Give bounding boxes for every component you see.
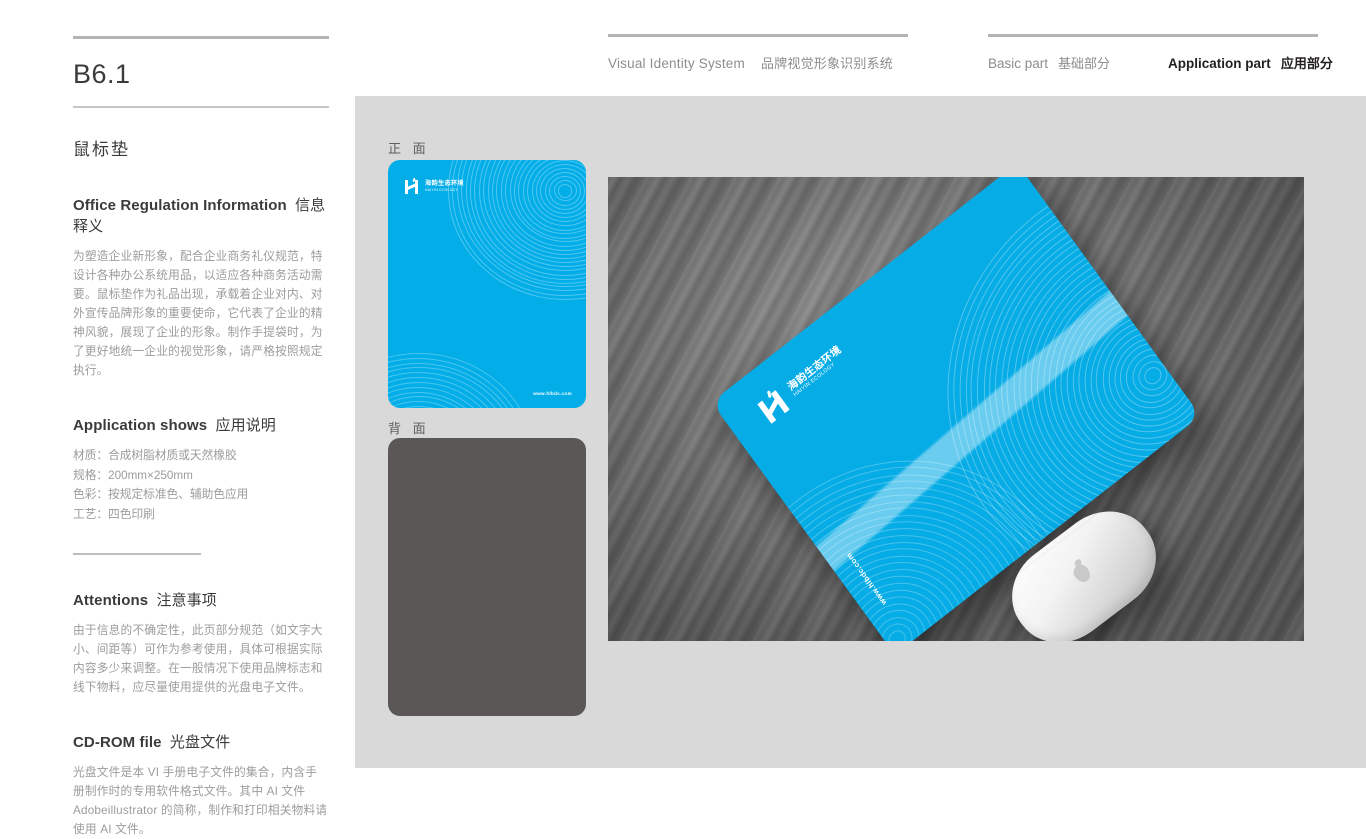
mousepad-photo-mockup: 海韵生态环境 HAIYIN ECOLOGY www.hlbdc.com bbox=[608, 177, 1304, 641]
header-application-part-en: Application part bbox=[1168, 56, 1271, 71]
page-title: 鼠标垫 bbox=[73, 140, 130, 159]
spec-process: 工艺：四色印刷 bbox=[73, 507, 155, 521]
section-application-shows-heading-en: Application shows bbox=[73, 417, 208, 434]
back-caption: 背 面 bbox=[388, 421, 430, 436]
section-office-regulation-body: 为塑造企业新形象，配合企业商务礼仪规范，特设计各种办公系统用品，以适应各种商务活… bbox=[73, 250, 323, 377]
spec-size: 规格：200mm×250mm bbox=[73, 468, 193, 482]
section-office-regulation-heading: Office Regulation Information 信息释义 bbox=[73, 194, 329, 236]
brand-url-front: www.hlbdc.com bbox=[533, 391, 572, 396]
section-attentions-heading-cn: 注意事项 bbox=[156, 592, 217, 609]
section-cdrom-file: CD-ROM file 光盘文件 光盘文件是本 VI 手册电子文件的集合，内含手… bbox=[73, 731, 329, 839]
mousepad-front-artwork: 海韵生态环境 HAIYIN ECOLOGY www.hlbdc.com bbox=[388, 160, 586, 408]
section-attentions: Attentions 注意事项 由于信息的不确定性，此页部分规范（如文字大小、间… bbox=[73, 589, 329, 697]
header-rule-right bbox=[988, 34, 1318, 37]
spec-material: 材质：合成树脂材质或天然橡胶 bbox=[73, 449, 237, 462]
left-divider bbox=[73, 553, 201, 555]
header-vis-en: Visual Identity System bbox=[608, 56, 745, 71]
header-part-group: Basic part 基础部分 Application part 应用部分 bbox=[988, 34, 1333, 72]
header-basic-part-en: Basic part bbox=[988, 56, 1049, 71]
brand-logo-product-text: 海韵生态环境 HAIYIN ECOLOGY bbox=[785, 343, 847, 399]
section-cdrom-file-body: 光盘文件是本 VI 手册电子文件的集合，内含手册制作时的专用软件格式文件。其中 … bbox=[73, 766, 328, 836]
section-application-shows: Application shows 应用说明 材质：合成树脂材质或天然橡胶 规格… bbox=[73, 414, 329, 555]
left-rule-mid bbox=[73, 106, 329, 108]
section-cdrom-file-heading-cn: 光盘文件 bbox=[169, 734, 231, 751]
brand-logo-product-cn: 海韵生态环境 bbox=[785, 343, 844, 394]
brand-logo-front-text: 海韵生态环境 HAIYIN ECOLOGY bbox=[425, 180, 464, 192]
mousepad-back-artwork bbox=[388, 438, 586, 716]
left-info-column: B6.1 鼠标垫 Office Regulation Information 信… bbox=[73, 36, 329, 839]
section-application-shows-heading-cn: 应用说明 bbox=[215, 417, 276, 434]
header-application-part[interactable]: Application part 应用部分 bbox=[1168, 53, 1333, 72]
section-attentions-heading: Attentions 注意事项 bbox=[73, 589, 329, 610]
left-rule-top bbox=[73, 36, 329, 39]
brand-logo-front-en: HAIYIN ECOLOGY bbox=[425, 187, 459, 192]
brand-logo-front-cn: 海韵生态环境 bbox=[425, 180, 464, 187]
section-office-regulation-heading-en: Office Regulation Information bbox=[73, 197, 287, 214]
brand-logo-front: 海韵生态环境 HAIYIN ECOLOGY bbox=[404, 177, 464, 195]
header-application-part-cn: 应用部分 bbox=[1280, 56, 1333, 71]
header-rule-left bbox=[608, 34, 908, 37]
header-vis-line: Visual Identity System 品牌视觉形象识别系统 bbox=[608, 53, 908, 72]
section-attentions-body: 由于信息的不确定性，此页部分规范（如文字大小、间距等）可作为参考使用，具体可根据… bbox=[73, 624, 323, 694]
haiyin-logo-icon bbox=[753, 384, 794, 427]
page-code: B6.1 bbox=[73, 59, 131, 89]
section-attentions-heading-en: Attentions bbox=[73, 592, 149, 609]
section-cdrom-file-heading-en: CD-ROM file bbox=[73, 734, 162, 751]
section-cdrom-file-heading: CD-ROM file 光盘文件 bbox=[73, 731, 329, 752]
section-application-shows-heading: Application shows 应用说明 bbox=[73, 414, 329, 435]
haiyin-logo-icon bbox=[404, 177, 421, 195]
section-office-regulation: Office Regulation Information 信息释义 为塑造企业… bbox=[73, 194, 329, 380]
front-caption: 正 面 bbox=[388, 141, 430, 156]
spec-color: 色彩：按规定标准色、辅助色应用 bbox=[73, 488, 249, 501]
header-vis-group: Visual Identity System 品牌视觉形象识别系统 bbox=[608, 34, 908, 72]
header-vis-cn: 品牌视觉形象识别系统 bbox=[760, 56, 893, 71]
apple-logo-icon bbox=[1070, 561, 1094, 586]
header-basic-part-cn: 基础部分 bbox=[1058, 56, 1111, 71]
header-basic-part[interactable]: Basic part 基础部分 bbox=[988, 53, 1110, 72]
